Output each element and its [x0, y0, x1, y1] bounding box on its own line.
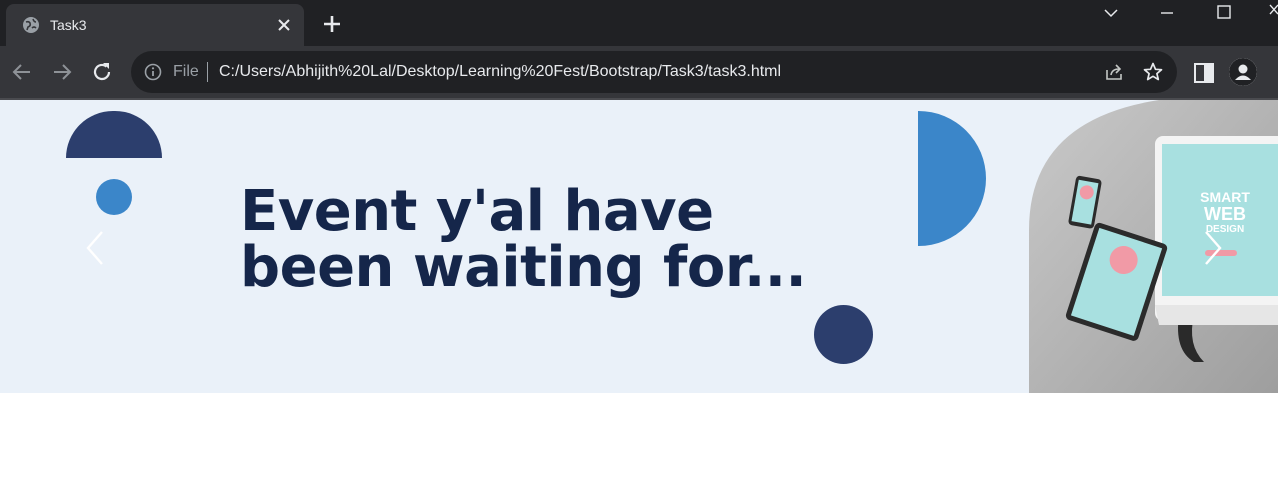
url-divider	[207, 62, 208, 82]
tab-search-icon[interactable]	[1096, 2, 1126, 24]
browser-tab[interactable]: Task3	[6, 4, 304, 46]
url-scheme-label: File	[173, 63, 199, 80]
reload-icon[interactable]	[89, 59, 115, 85]
hero-heading-line-1: Event y'al have	[240, 179, 714, 244]
maximize-icon[interactable]	[1209, 2, 1239, 24]
bookmark-star-icon[interactable]	[1142, 61, 1164, 83]
close-tab-icon[interactable]	[274, 15, 294, 35]
hero-carousel: Event y'al have been waiting for... SMAR…	[0, 100, 1278, 393]
tab-title: Task3	[50, 17, 87, 33]
browser-toolbar: File C:/Users/Abhijith%20Lal/Desktop/Lea…	[0, 46, 1278, 100]
navy-circle	[814, 305, 873, 364]
blue-small-circle	[96, 179, 132, 215]
globe-icon	[23, 17, 39, 33]
page-blank-area	[0, 393, 1278, 493]
side-panel-icon[interactable]	[1192, 61, 1216, 85]
address-bar[interactable]: File C:/Users/Abhijith%20Lal/Desktop/Lea…	[131, 51, 1177, 93]
back-arrow-icon[interactable]	[9, 59, 35, 85]
person-icon	[1229, 58, 1257, 86]
new-tab-icon[interactable]	[320, 12, 344, 36]
url-text[interactable]: C:/Users/Abhijith%20Lal/Desktop/Learning…	[219, 63, 781, 81]
hero-device-image: SMART WEB DESIGN	[1029, 100, 1278, 393]
navy-half-circle	[66, 111, 162, 158]
close-window-icon[interactable]	[1262, 2, 1278, 24]
hero-heading: Event y'al have been waiting for...	[240, 179, 807, 300]
carousel-next-icon[interactable]	[1198, 228, 1228, 268]
profile-avatar[interactable]	[1229, 58, 1257, 86]
screen-text-smart: SMART	[1200, 189, 1250, 205]
tab-strip: Task3	[0, 0, 1278, 46]
carousel-prev-icon[interactable]	[80, 228, 110, 268]
forward-arrow-icon[interactable]	[49, 59, 75, 85]
blue-half-circle	[918, 111, 986, 246]
share-icon[interactable]	[1103, 61, 1125, 83]
minimize-icon[interactable]	[1152, 2, 1182, 24]
screen-text-web: WEB	[1204, 204, 1246, 224]
hero-heading-line-2: been waiting for...	[240, 235, 807, 300]
site-info-icon[interactable]	[144, 63, 162, 81]
